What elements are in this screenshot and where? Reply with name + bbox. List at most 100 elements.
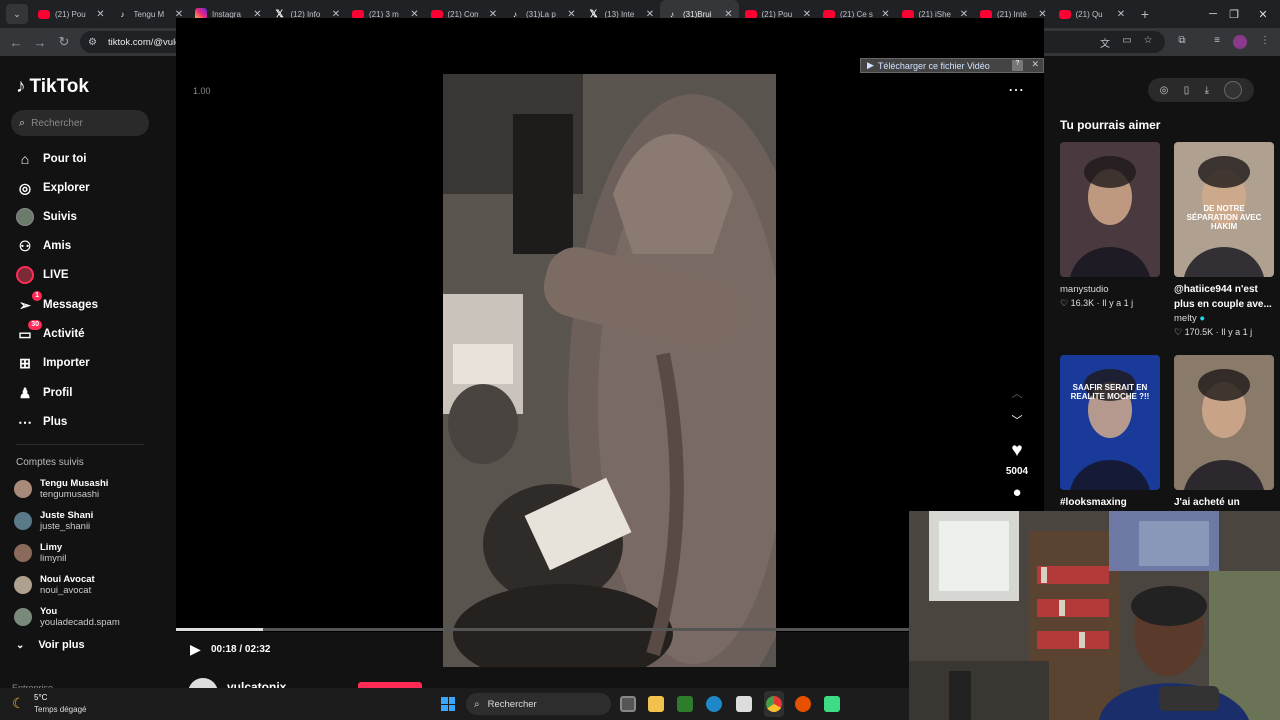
divider bbox=[16, 444, 144, 445]
suggestion-stats: ♡ 16.3K · Il y a 1 j bbox=[1060, 298, 1134, 308]
nav-item-explorer[interactable]: ◎ Explorer bbox=[16, 177, 90, 199]
nav-label: Amis bbox=[43, 240, 72, 252]
suggestion-title[interactable]: J'ai acheté un bbox=[1174, 495, 1276, 510]
verified-icon: ● bbox=[1199, 313, 1206, 324]
playback-speed[interactable]: 1.00 bbox=[193, 86, 211, 96]
followed-account[interactable]: Tengu Musashi tengumusashi bbox=[14, 475, 108, 503]
reload-icon[interactable]: ↻ bbox=[52, 34, 76, 50]
thumbnail-image bbox=[1070, 156, 1150, 277]
progress-bar[interactable] bbox=[176, 628, 910, 631]
previous-video-icon[interactable]: ︿ bbox=[1005, 385, 1029, 401]
suggestion-stats: ♡ 170.5K · Il y a 1 j bbox=[1174, 327, 1253, 337]
tab-title: (21) Pou bbox=[55, 9, 86, 19]
account-avatar bbox=[14, 480, 32, 498]
file-explorer-icon[interactable] bbox=[648, 696, 664, 712]
translate-icon[interactable]: 文 bbox=[1098, 35, 1112, 50]
nav-item-pour-toi[interactable]: ⌂ Pour toi bbox=[16, 148, 87, 170]
device-icon[interactable]: ▯ bbox=[1184, 85, 1190, 96]
weather-temperature: 5°C bbox=[34, 693, 48, 702]
task-view-icon[interactable] bbox=[620, 696, 636, 712]
following-avatar-icon bbox=[16, 208, 34, 226]
followed-account[interactable]: Juste Shani juste_shanii bbox=[14, 507, 93, 535]
weather-moon-icon[interactable]: ☾ bbox=[12, 695, 25, 712]
nav-label: Profil bbox=[43, 387, 73, 399]
suggestion-thumbnail[interactable] bbox=[1174, 355, 1274, 490]
suggestion-title[interactable]: @hatiice944 n'est plus en couple ave... bbox=[1174, 282, 1276, 312]
play-icon[interactable]: ▶ bbox=[190, 641, 201, 658]
sidebar: ♪ TikTok ⌕ Rechercher ⌂ Pour toi ◎ Explorer… bbox=[0, 56, 176, 693]
new-tab-button[interactable]: + bbox=[1135, 6, 1155, 22]
back-icon[interactable]: ← bbox=[4, 35, 28, 50]
account-avatar bbox=[14, 576, 32, 594]
nav-item-profil[interactable]: ♟ Profil bbox=[16, 382, 73, 404]
nav-item-activit-[interactable]: ▭ 30 Activité bbox=[16, 320, 85, 345]
browser-tab[interactable]: (21) Pou ✕ bbox=[32, 0, 111, 28]
nav-label: Explorer bbox=[43, 182, 90, 194]
search-placeholder: Rechercher bbox=[31, 117, 83, 129]
forward-icon[interactable]: → bbox=[28, 35, 52, 50]
account-name: Tengu Musashi bbox=[40, 478, 109, 489]
video-frame[interactable] bbox=[443, 74, 776, 667]
reading-list-icon[interactable]: ≡ bbox=[1210, 35, 1224, 49]
suggestion-title[interactable]: #looksmaxing bbox=[1060, 495, 1162, 510]
suggestions-title: Tu pourrais aimer bbox=[1060, 118, 1161, 132]
windows-start-icon[interactable] bbox=[441, 697, 455, 711]
next-video-icon[interactable]: ﹀ bbox=[1005, 412, 1029, 428]
suggestion-thumbnail[interactable]: SAAFIR SERAIT EN REALITE MOCHE ?!! bbox=[1060, 355, 1160, 490]
nav-item-amis[interactable]: ⚇ Amis bbox=[16, 235, 71, 257]
suggestion-user[interactable]: melty ● bbox=[1174, 313, 1205, 324]
help-icon[interactable]: ? bbox=[1012, 60, 1023, 71]
close-window-button[interactable]: ✕ bbox=[1243, 0, 1280, 28]
nav-item-suivis[interactable]: Suivis bbox=[16, 206, 77, 228]
nav-item-messages[interactable]: ➢ 1 Messages bbox=[16, 291, 98, 316]
site-info-icon[interactable]: ⚙ bbox=[88, 37, 102, 48]
download-app-icon[interactable]: ⤓ bbox=[1205, 85, 1209, 96]
chrome-icon[interactable] bbox=[766, 696, 782, 712]
see-more-button[interactable]: ⌄ Voir plus bbox=[16, 639, 85, 651]
cast-icon[interactable]: ▭ bbox=[1120, 35, 1134, 49]
suggestion-thumbnail[interactable] bbox=[1060, 142, 1160, 277]
bookmark-star-icon[interactable]: ☆ bbox=[1141, 35, 1155, 49]
edge-icon[interactable] bbox=[706, 696, 722, 712]
close-tab-icon[interactable]: ✕ bbox=[1114, 9, 1128, 20]
menu-kebab-icon[interactable]: ⋮ bbox=[1258, 35, 1272, 49]
close-icon[interactable]: ✕ bbox=[1031, 59, 1039, 70]
like-count: 5004 bbox=[1005, 466, 1029, 477]
followed-account[interactable]: You youladecadd.spam bbox=[14, 603, 120, 631]
nav-label: Pour toi bbox=[43, 153, 87, 165]
followed-account[interactable]: Noui Avocat noui_avocat bbox=[14, 571, 95, 599]
browser-tab[interactable]: (21) Qu ✕ bbox=[1053, 0, 1132, 28]
suggestion-thumbnail[interactable]: DE NOTRE SÉPARATION AVEC HAKIM bbox=[1174, 142, 1274, 277]
account-handle: youladecadd.spam bbox=[40, 617, 120, 628]
coin-icon[interactable]: ◎ bbox=[1160, 85, 1169, 96]
live-icon bbox=[16, 266, 34, 284]
suggestion-user[interactable]: manystudio bbox=[1060, 284, 1109, 295]
close-tab-icon[interactable]: ✕ bbox=[94, 9, 108, 20]
nav-item-importer[interactable]: ⊞ Importer bbox=[16, 352, 90, 374]
search-input[interactable]: ⌕ Rechercher bbox=[11, 110, 149, 136]
nav-item-live[interactable]: LIVE bbox=[16, 264, 69, 286]
like-heart-icon[interactable]: ♥ bbox=[1005, 440, 1029, 462]
android-studio-icon[interactable] bbox=[824, 696, 840, 712]
more-options-icon[interactable]: ⋯ bbox=[1008, 80, 1024, 100]
nvidia-icon[interactable] bbox=[677, 696, 693, 712]
nav-label: Messages bbox=[43, 299, 98, 311]
taskbar-search[interactable]: ⌕ Rechercher bbox=[466, 693, 611, 715]
tab-title: Tengu M bbox=[133, 9, 165, 19]
download-extension-bar[interactable]: ▶ Télécharger ce fichier Vidéo ? ✕ bbox=[860, 58, 1044, 73]
profile-avatar[interactable] bbox=[1224, 81, 1243, 99]
profile-avatar-icon[interactable] bbox=[1233, 35, 1247, 49]
post-age: Il y a 1 j bbox=[1102, 298, 1134, 308]
tiktok-logo[interactable]: ♪ TikTok bbox=[16, 76, 89, 98]
followed-account[interactable]: Limy limynil bbox=[14, 539, 66, 567]
nav-item-plus[interactable]: ⋯ Plus bbox=[16, 411, 67, 433]
tab-search-button[interactable]: ⌄ bbox=[6, 4, 28, 24]
nav-label: Suivis bbox=[43, 211, 77, 223]
store-icon[interactable] bbox=[736, 696, 752, 712]
comment-icon[interactable]: ● bbox=[1005, 484, 1029, 501]
user-name: melty bbox=[1174, 313, 1197, 324]
nav-label: Plus bbox=[43, 416, 68, 428]
extensions-icon[interactable]: ⧉ bbox=[1175, 35, 1189, 49]
firefox-icon[interactable] bbox=[795, 696, 811, 712]
search-icon: ⌕ bbox=[19, 116, 26, 129]
